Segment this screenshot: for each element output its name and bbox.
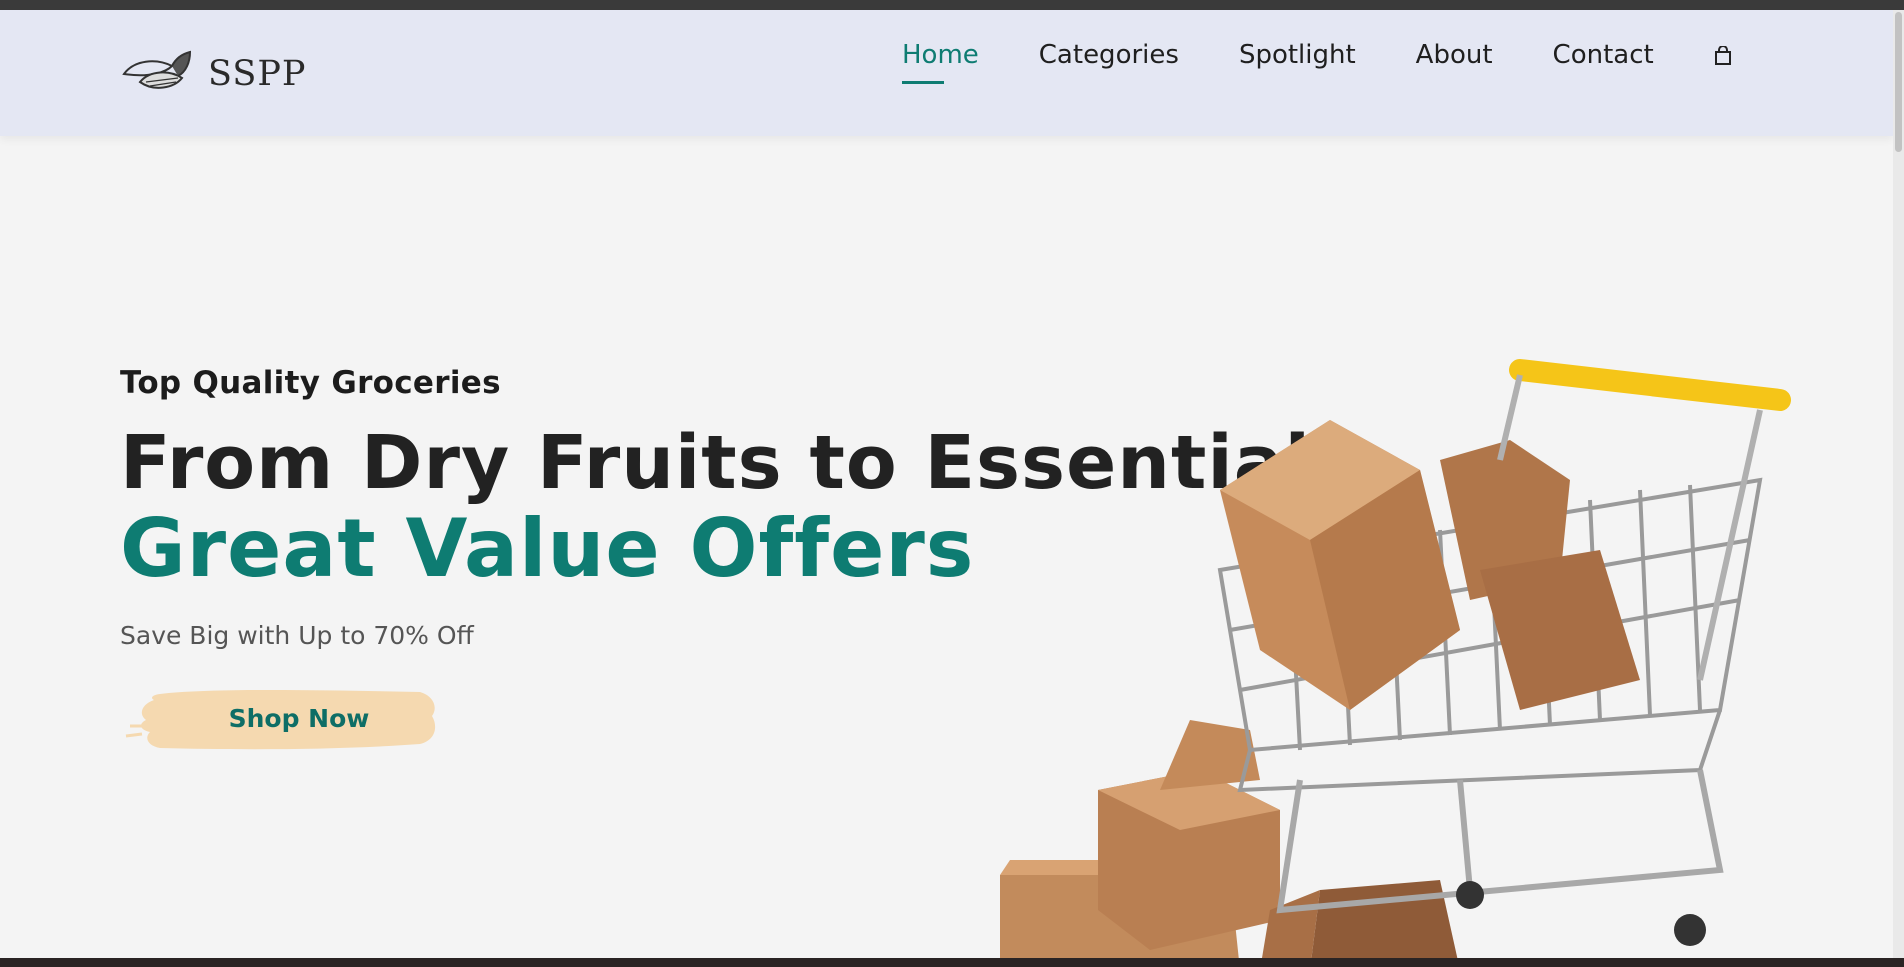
nav-contact[interactable]: Contact bbox=[1553, 40, 1654, 80]
nav-home[interactable]: Home bbox=[902, 40, 979, 84]
shopping-bag-icon[interactable] bbox=[1714, 46, 1732, 66]
browser-viewport: SSPP Home Categories Spotlight About Con… bbox=[0, 10, 1893, 958]
almond-logo-icon bbox=[122, 50, 192, 89]
cart-wheel bbox=[1456, 881, 1484, 909]
nav-categories[interactable]: Categories bbox=[1039, 40, 1179, 80]
shop-now-button[interactable]: Shop Now bbox=[120, 686, 438, 752]
shopping-cart-with-boxes-illustration bbox=[1000, 359, 1791, 958]
brand-name: SSPP bbox=[208, 54, 307, 94]
scrollbar-thumb[interactable] bbox=[1895, 12, 1902, 152]
shop-now-label: Shop Now bbox=[228, 704, 370, 733]
page-scrollbar[interactable] bbox=[1893, 10, 1904, 958]
taskbar-edge bbox=[0, 958, 1904, 967]
site-header: SSPP Home Categories Spotlight About Con… bbox=[0, 10, 1893, 136]
ground-boxes bbox=[1000, 720, 1458, 958]
nav-spotlight[interactable]: Spotlight bbox=[1239, 40, 1356, 80]
brand-logo[interactable]: SSPP bbox=[120, 48, 306, 100]
main-nav: Home Categories Spotlight About Contact bbox=[902, 40, 1732, 84]
cart-boxes bbox=[1220, 420, 1640, 710]
nav-about[interactable]: About bbox=[1416, 40, 1493, 80]
cart-wheel bbox=[1674, 914, 1706, 946]
